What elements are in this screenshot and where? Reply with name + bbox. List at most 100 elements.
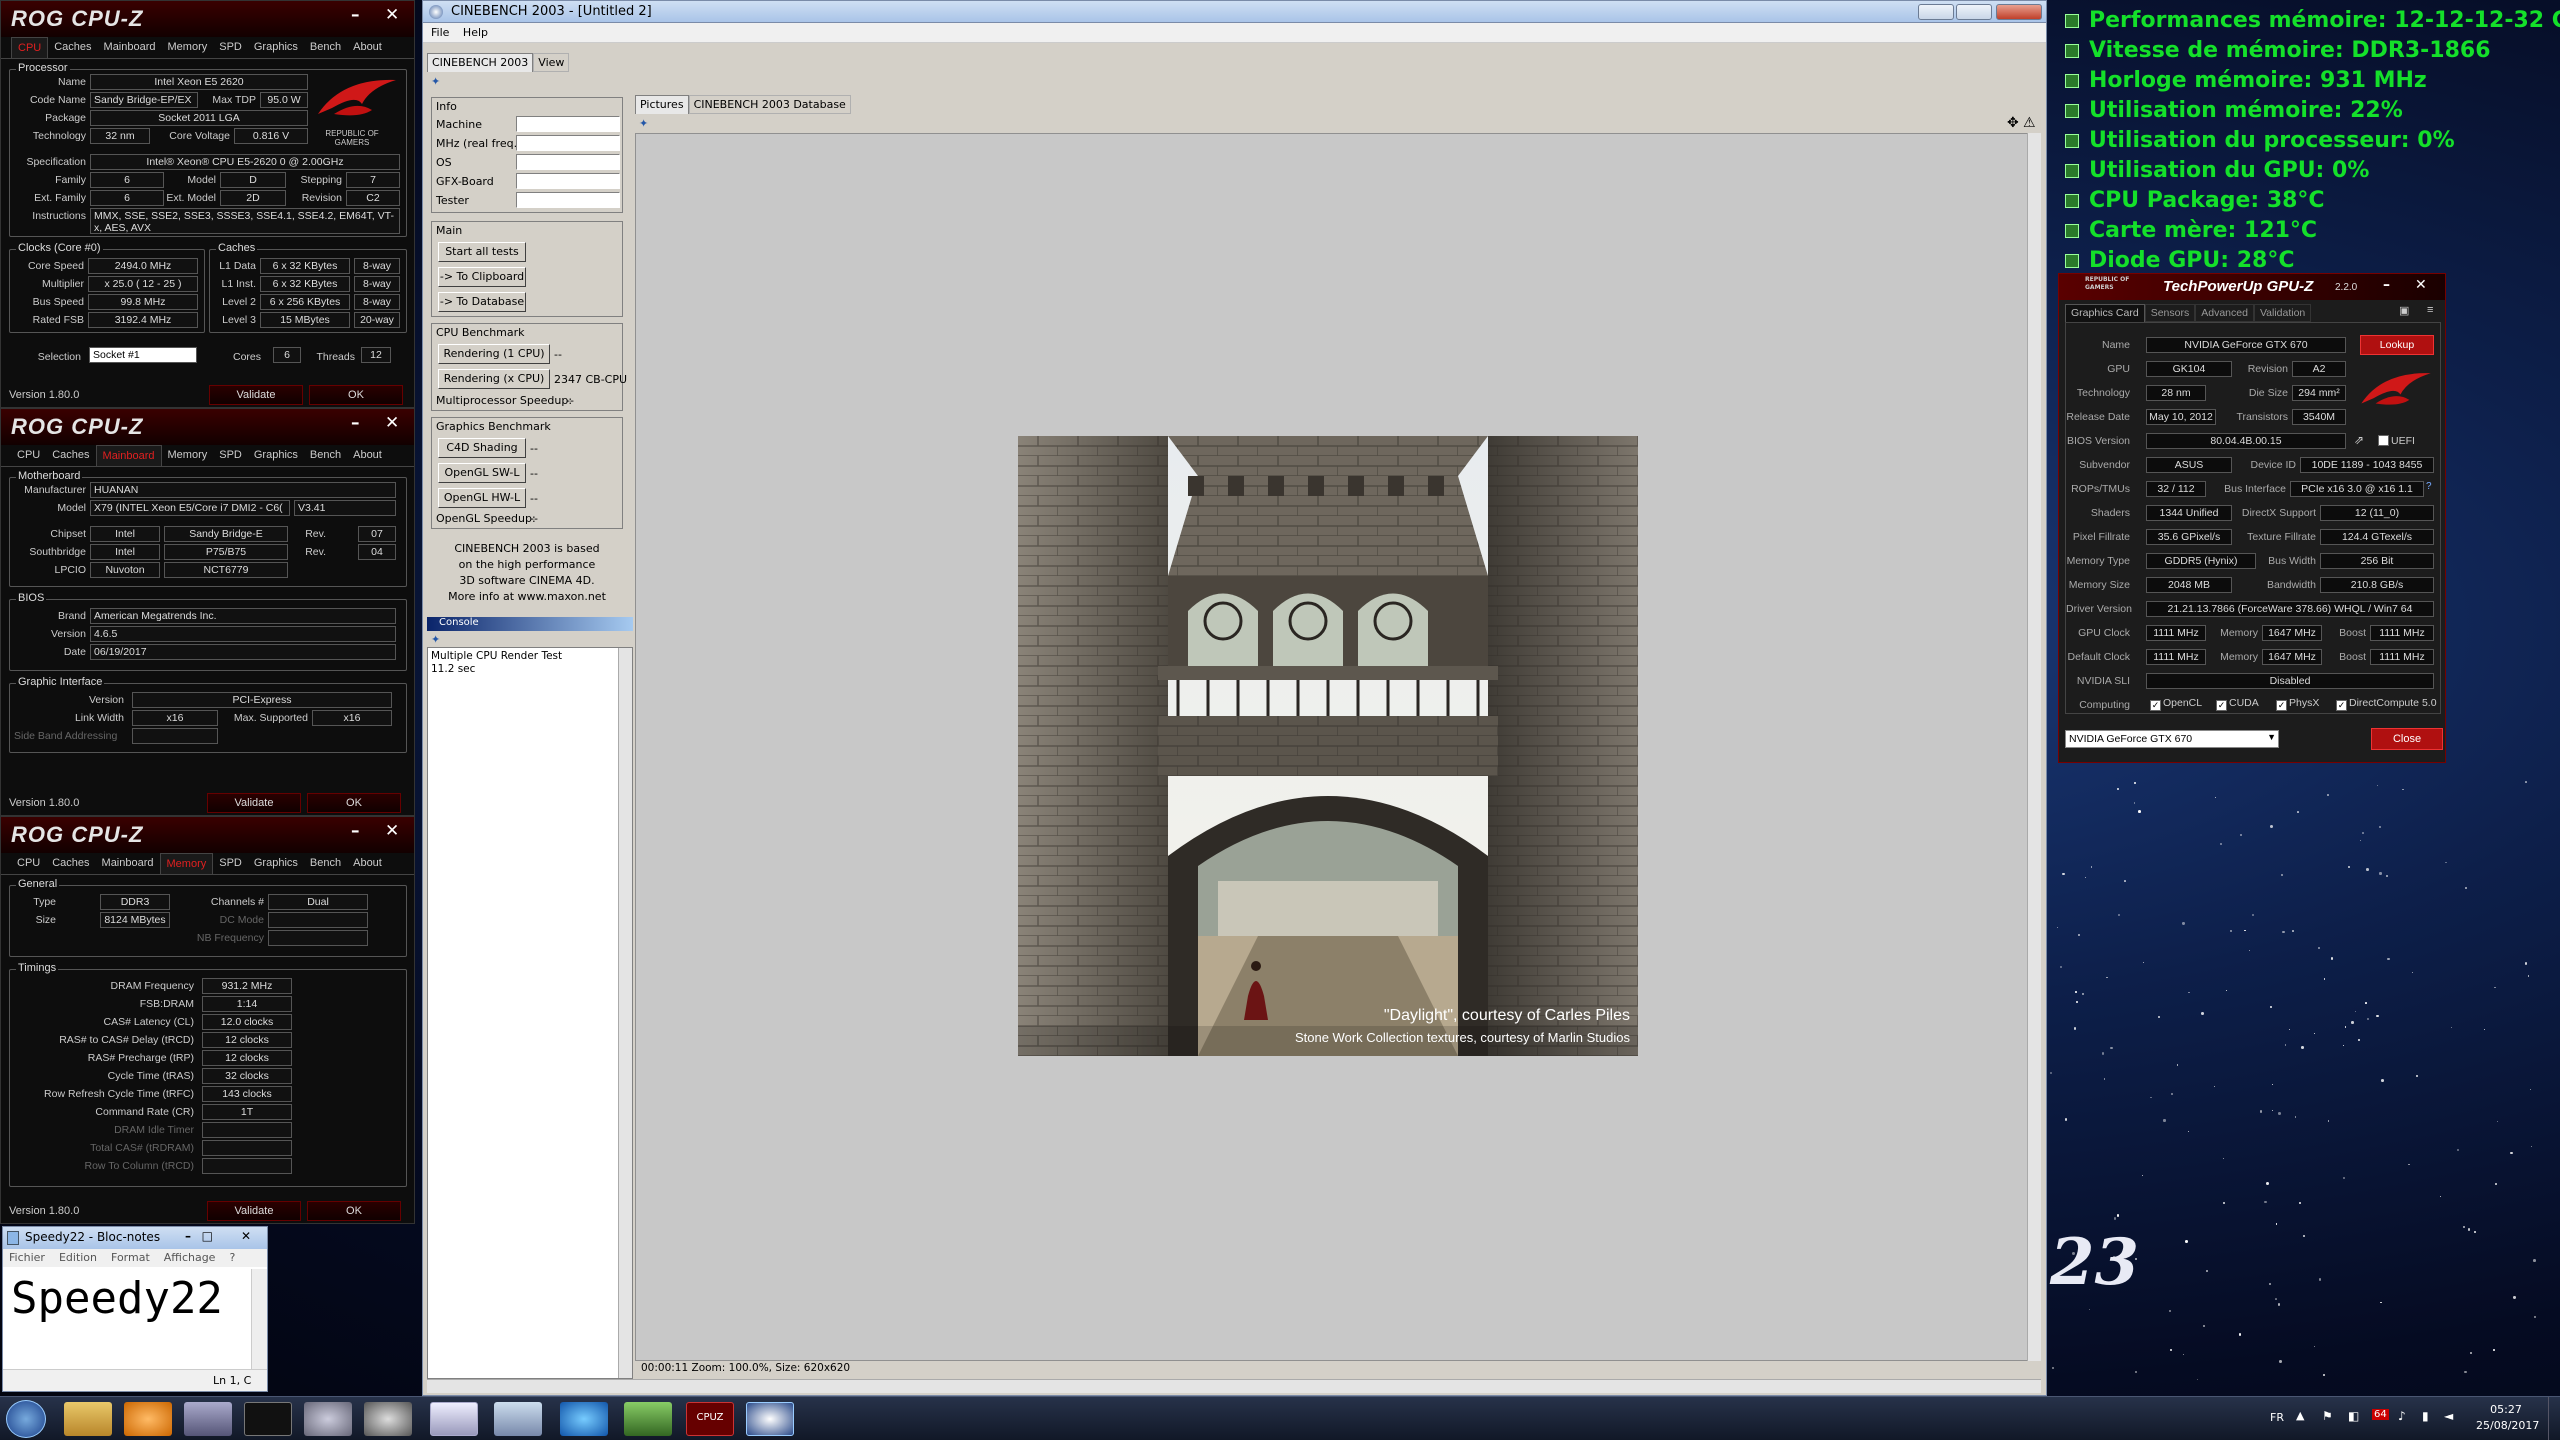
taskbar-cpuz[interactable]: CPUZ	[686, 1402, 734, 1436]
taskbar-app-5[interactable]	[304, 1402, 352, 1436]
tab-view[interactable]: View	[533, 53, 570, 72]
gpuz-titlebar[interactable]: REPUBLIC OF GAMERS TechPowerUp GPU-Z 2.2…	[2059, 274, 2445, 300]
opengl-hwl-button[interactable]: OpenGL HW-L	[438, 488, 526, 508]
tab-pictures[interactable]: Pictures	[635, 95, 689, 114]
maximize-button[interactable]	[1956, 4, 1992, 20]
ok-button[interactable]: OK	[307, 793, 401, 813]
notepad-scrollbar[interactable]	[251, 1269, 267, 1369]
close-button[interactable]	[1996, 4, 2042, 20]
tab-caches[interactable]: Caches	[46, 445, 95, 466]
help-icon[interactable]: ?	[2426, 481, 2432, 492]
notepad-window[interactable]: Speedy22 - Bloc-notes – □ ✕ Fichier Edit…	[2, 1226, 268, 1392]
menu-icon[interactable]: ≡	[2427, 304, 2433, 316]
tray-up-arrow-icon[interactable]: ▲	[2296, 1409, 2304, 1422]
picture-hscrollbar[interactable]	[427, 1379, 2041, 1393]
move-icon[interactable]: ✥	[2007, 115, 2019, 131]
menu-format[interactable]: Format	[111, 1251, 150, 1265]
minimize-icon[interactable]: –	[351, 821, 360, 841]
opencl-checkbox[interactable]: ✓ OpenCL	[2150, 697, 2202, 711]
tray-badge[interactable]: 64	[2372, 1409, 2389, 1420]
cuda-checkbox[interactable]: ✓ CUDA	[2216, 697, 2259, 711]
console-header[interactable]: Console	[427, 617, 633, 631]
tab-advanced[interactable]: Advanced	[2195, 304, 2254, 322]
maximize-icon[interactable]: □	[202, 1229, 213, 1243]
taskbar-app-10[interactable]	[624, 1402, 672, 1436]
minimize-icon[interactable]: –	[351, 413, 360, 433]
minimize-icon[interactable]: –	[2383, 277, 2390, 293]
close-icon[interactable]: ✕	[385, 413, 399, 433]
tab-caches[interactable]: Caches	[46, 853, 95, 874]
menu-help[interactable]: ?	[229, 1251, 235, 1265]
tab-graphics-card[interactable]: Graphics Card	[2065, 304, 2145, 322]
tray-vol-icon[interactable]: ♪	[2398, 1409, 2406, 1423]
notepad-titlebar[interactable]: Speedy22 - Bloc-notes – □ ✕	[3, 1227, 267, 1249]
console-scrollbar[interactable]	[618, 648, 632, 1378]
to-clipboard-button[interactable]: -> To Clipboard	[438, 267, 526, 287]
mhz-input[interactable]	[516, 135, 620, 151]
tab-memory[interactable]: Memory	[159, 853, 214, 874]
tab-bench[interactable]: Bench	[304, 37, 347, 58]
menu-help[interactable]: Help	[463, 26, 488, 39]
machine-input[interactable]	[516, 116, 620, 132]
menu-edition[interactable]: Edition	[59, 1251, 97, 1265]
pictures-pin-icon[interactable]: ✦	[639, 117, 648, 130]
opengl-swl-button[interactable]: OpenGL SW-L	[438, 463, 526, 483]
tab-about[interactable]: About	[347, 853, 388, 874]
show-desktop-button[interactable]	[2548, 1397, 2560, 1440]
cpuz-window-memory[interactable]: ROG CPU-Z – ✕ CPU Caches Mainboard Memor…	[0, 816, 415, 1224]
console-pin-icon[interactable]: ✦	[431, 633, 440, 646]
pin-icon[interactable]: ✦	[431, 75, 440, 88]
selection-dropdown[interactable]: Socket #1	[89, 347, 197, 363]
taskbar-app-3[interactable]	[184, 1402, 232, 1436]
gpu-select-dropdown[interactable]: NVIDIA GeForce GTX 670 ▼	[2065, 730, 2279, 748]
directcompute-checkbox[interactable]: ✓ DirectCompute 5.0	[2336, 697, 2437, 711]
cpuz-titlebar[interactable]: ROG CPU-Z – ✕	[1, 817, 414, 853]
tab-cpu[interactable]: CPU	[11, 853, 46, 874]
tab-spd[interactable]: SPD	[213, 853, 248, 874]
minimize-button[interactable]	[1918, 4, 1954, 20]
tab-spd[interactable]: SPD	[213, 445, 248, 466]
taskbar-cinebench[interactable]	[746, 1402, 794, 1436]
gfx-input[interactable]	[516, 173, 620, 189]
tray-flag-icon[interactable]: ⚑	[2322, 1409, 2333, 1423]
camera-icon[interactable]: ▣	[2399, 304, 2409, 317]
physx-checkbox[interactable]: ✓ PhysX	[2276, 697, 2319, 711]
clock-time[interactable]: 05:27	[2476, 1403, 2536, 1416]
tab-mainboard[interactable]: Mainboard	[95, 445, 162, 466]
uefi-checkbox[interactable]: UEFI	[2378, 435, 2415, 447]
close-button[interactable]: Close	[2371, 728, 2443, 750]
gpuz-window[interactable]: REPUBLIC OF GAMERS TechPowerUp GPU-Z 2.2…	[2058, 273, 2446, 763]
menu-fichier[interactable]: Fichier	[9, 1251, 45, 1265]
tester-input[interactable]	[516, 192, 620, 208]
start-all-tests-button[interactable]: Start all tests	[438, 242, 526, 262]
taskbar-explorer[interactable]	[64, 1402, 112, 1436]
taskbar-app-7[interactable]	[430, 1402, 478, 1436]
tab-spd[interactable]: SPD	[213, 37, 248, 58]
tab-graphics[interactable]: Graphics	[248, 853, 304, 874]
ok-button[interactable]: OK	[307, 1201, 401, 1221]
cpuz-window-cpu[interactable]: ROG CPU-Z – ✕ CPU Caches Mainboard Memor…	[0, 0, 415, 408]
tab-about[interactable]: About	[347, 37, 388, 58]
share-icon[interactable]: ⇗	[2354, 433, 2364, 447]
network-icon[interactable]: ▮	[2422, 1409, 2429, 1423]
close-icon[interactable]: ✕	[2415, 277, 2427, 293]
tab-mainboard[interactable]: Mainboard	[98, 37, 162, 58]
tab-caches[interactable]: Caches	[48, 37, 97, 58]
notepad-text-area[interactable]: Speedy22	[5, 1269, 251, 1369]
tab-bench[interactable]: Bench	[304, 445, 347, 466]
rendering-xcpu-button[interactable]: Rendering (x CPU)	[438, 369, 550, 389]
tab-graphics[interactable]: Graphics	[248, 37, 304, 58]
tab-bench[interactable]: Bench	[304, 853, 347, 874]
validate-button[interactable]: Validate	[207, 1201, 301, 1221]
start-button[interactable]	[6, 1400, 46, 1438]
cpuz-window-mainboard[interactable]: ROG CPU-Z – ✕ CPU Caches Mainboard Memor…	[0, 408, 415, 816]
tab-cpu[interactable]: CPU	[11, 445, 46, 466]
volume-icon[interactable]: ◄	[2444, 1409, 2453, 1423]
ok-button[interactable]: OK	[309, 385, 403, 405]
cpuz-titlebar[interactable]: ROG CPU-Z – ✕	[1, 409, 414, 445]
validate-button[interactable]: Validate	[209, 385, 303, 405]
tab-validation[interactable]: Validation	[2253, 304, 2312, 322]
language-indicator[interactable]: FR	[2270, 1411, 2284, 1424]
tab-memory[interactable]: Memory	[162, 37, 214, 58]
close-icon[interactable]: ✕	[385, 5, 399, 25]
